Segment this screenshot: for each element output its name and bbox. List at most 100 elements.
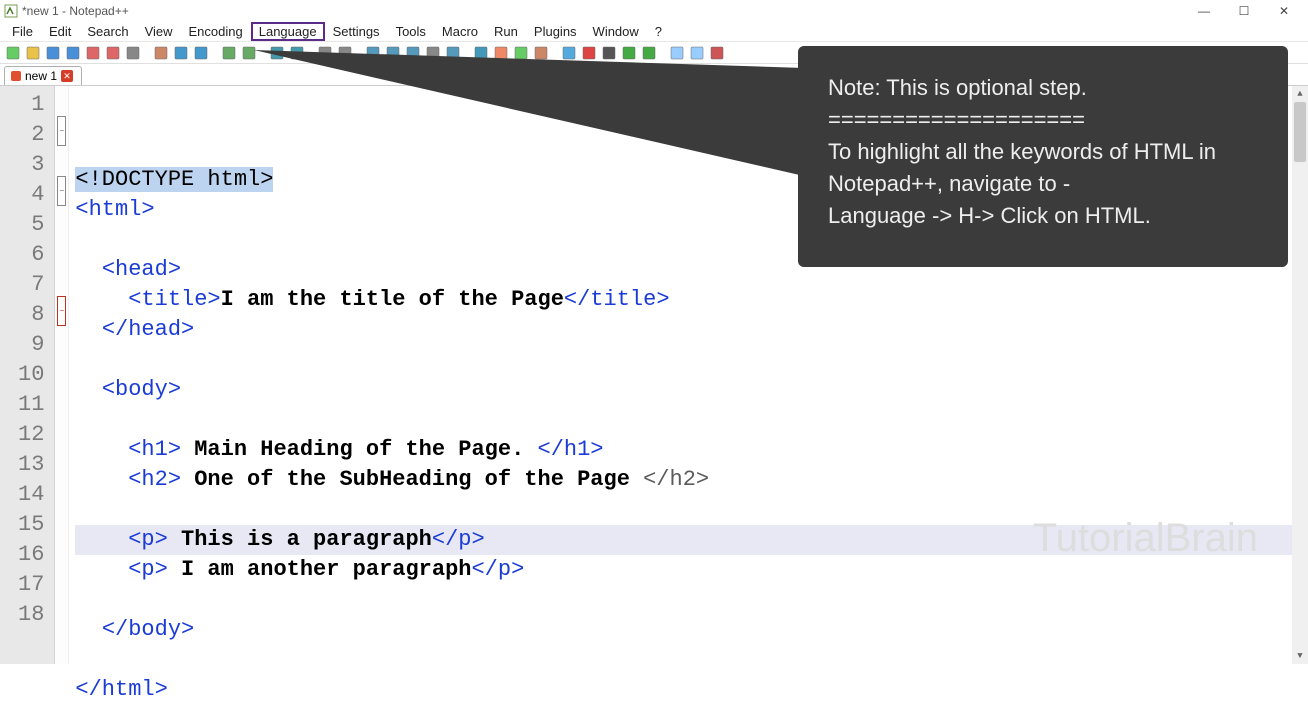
code-line[interactable] bbox=[75, 585, 1302, 615]
code-line[interactable]: <p> I am another paragraph</p> bbox=[75, 555, 1302, 585]
app-icon bbox=[4, 4, 18, 18]
window-title: *new 1 - Notepad++ bbox=[22, 4, 129, 18]
document-tab[interactable]: new 1 ✕ bbox=[4, 66, 82, 85]
line-number: 15 bbox=[18, 510, 44, 540]
lang-panel-icon[interactable] bbox=[472, 44, 490, 62]
callout-line: Note: This is optional step. bbox=[828, 72, 1258, 104]
func-list-icon[interactable] bbox=[512, 44, 530, 62]
menu-plugins[interactable]: Plugins bbox=[526, 22, 585, 41]
doc-map-icon[interactable] bbox=[492, 44, 510, 62]
code-line[interactable] bbox=[75, 345, 1302, 375]
code-line[interactable] bbox=[75, 645, 1302, 675]
line-number: 5 bbox=[18, 210, 44, 240]
line-number: 18 bbox=[18, 600, 44, 630]
new-file-icon[interactable] bbox=[4, 44, 22, 62]
abc-spell-icon[interactable] bbox=[708, 44, 726, 62]
line-number: 2 bbox=[18, 120, 44, 150]
code-line[interactable]: <title>I am the title of the Page</title… bbox=[75, 285, 1302, 315]
code-line[interactable]: <p> This is a paragraph</p> bbox=[75, 525, 1302, 555]
code-line[interactable] bbox=[75, 405, 1302, 435]
paste-icon[interactable] bbox=[192, 44, 210, 62]
line-number: 9 bbox=[18, 330, 44, 360]
cut-icon[interactable] bbox=[152, 44, 170, 62]
code-line[interactable]: </html> bbox=[75, 675, 1302, 705]
menu-edit[interactable]: Edit bbox=[41, 22, 79, 41]
scroll-up-icon[interactable]: ▲ bbox=[1292, 86, 1308, 102]
toggle-2-icon[interactable] bbox=[688, 44, 706, 62]
fold-marker-icon[interactable]: − bbox=[57, 116, 66, 146]
line-number: 11 bbox=[18, 390, 44, 420]
tab-close-icon[interactable]: ✕ bbox=[61, 70, 73, 82]
line-number: 16 bbox=[18, 540, 44, 570]
menu-view[interactable]: View bbox=[137, 22, 181, 41]
zoom-out-icon[interactable] bbox=[336, 44, 354, 62]
fold-marker-icon[interactable]: − bbox=[57, 296, 66, 326]
line-number-gutter: 123456789101112131415161718 bbox=[0, 86, 55, 664]
code-line[interactable]: <h1> Main Heading of the Page. </h1> bbox=[75, 435, 1302, 465]
redo-icon[interactable] bbox=[240, 44, 258, 62]
close-icon[interactable] bbox=[84, 44, 102, 62]
undo-icon[interactable] bbox=[220, 44, 238, 62]
menu-settings[interactable]: Settings bbox=[325, 22, 388, 41]
play-icon[interactable] bbox=[620, 44, 638, 62]
wrap-icon[interactable] bbox=[404, 44, 422, 62]
line-number: 10 bbox=[18, 360, 44, 390]
sync-v-icon[interactable] bbox=[364, 44, 382, 62]
zoom-in-icon[interactable] bbox=[316, 44, 334, 62]
code-line[interactable]: <h2> One of the SubHeading of the Page <… bbox=[75, 465, 1302, 495]
menu-run[interactable]: Run bbox=[486, 22, 526, 41]
folder-icon[interactable] bbox=[532, 44, 550, 62]
line-number: 1 bbox=[18, 90, 44, 120]
record-icon[interactable] bbox=[580, 44, 598, 62]
open-file-icon[interactable] bbox=[24, 44, 42, 62]
line-number: 8 bbox=[18, 300, 44, 330]
sync-h-icon[interactable] bbox=[384, 44, 402, 62]
line-number: 7 bbox=[18, 270, 44, 300]
line-number: 14 bbox=[18, 480, 44, 510]
menubar: FileEditSearchViewEncodingLanguageSettin… bbox=[0, 22, 1308, 42]
line-number: 13 bbox=[18, 450, 44, 480]
line-number: 3 bbox=[18, 150, 44, 180]
minimize-button[interactable]: — bbox=[1184, 4, 1224, 18]
code-line[interactable]: <body> bbox=[75, 375, 1302, 405]
menu-macro[interactable]: Macro bbox=[434, 22, 486, 41]
fold-marker-icon[interactable]: − bbox=[57, 176, 66, 206]
scroll-thumb[interactable] bbox=[1294, 102, 1306, 162]
save-icon[interactable] bbox=[44, 44, 62, 62]
line-number: 17 bbox=[18, 570, 44, 600]
replace-icon[interactable] bbox=[288, 44, 306, 62]
menu-search[interactable]: Search bbox=[79, 22, 136, 41]
close-window-button[interactable]: ✕ bbox=[1264, 4, 1304, 18]
menu-file[interactable]: File bbox=[4, 22, 41, 41]
invisible-icon[interactable] bbox=[424, 44, 442, 62]
scroll-down-icon[interactable]: ▼ bbox=[1292, 648, 1308, 664]
monitor-icon[interactable] bbox=[560, 44, 578, 62]
print-icon[interactable] bbox=[124, 44, 142, 62]
callout-line: To highlight all the keywords of HTML in… bbox=[828, 136, 1258, 200]
toggle-1-icon[interactable] bbox=[668, 44, 686, 62]
menu-language[interactable]: Language bbox=[251, 22, 325, 41]
titlebar: *new 1 - Notepad++ — ☐ ✕ bbox=[0, 0, 1308, 22]
copy-icon[interactable] bbox=[172, 44, 190, 62]
line-number: 6 bbox=[18, 240, 44, 270]
menu-window[interactable]: Window bbox=[585, 22, 647, 41]
stop-icon[interactable] bbox=[600, 44, 618, 62]
find-icon[interactable] bbox=[268, 44, 286, 62]
menu-help[interactable]: ? bbox=[647, 22, 670, 41]
line-number: 12 bbox=[18, 420, 44, 450]
code-line[interactable] bbox=[75, 495, 1302, 525]
save-all-icon[interactable] bbox=[64, 44, 82, 62]
play-multi-icon[interactable] bbox=[640, 44, 658, 62]
callout-line: Language -> H-> Click on HTML. bbox=[828, 200, 1258, 232]
menu-tools[interactable]: Tools bbox=[388, 22, 434, 41]
fold-column: − − − bbox=[55, 86, 69, 664]
maximize-button[interactable]: ☐ bbox=[1224, 4, 1264, 18]
code-line[interactable]: </body> bbox=[75, 615, 1302, 645]
callout-separator: ==================== bbox=[828, 104, 1258, 136]
menu-encoding[interactable]: Encoding bbox=[181, 22, 251, 41]
close-all-icon[interactable] bbox=[104, 44, 122, 62]
indent-guide-icon[interactable] bbox=[444, 44, 462, 62]
code-line[interactable]: </head> bbox=[75, 315, 1302, 345]
line-number: 4 bbox=[18, 180, 44, 210]
vertical-scrollbar[interactable]: ▲ ▼ bbox=[1292, 86, 1308, 664]
